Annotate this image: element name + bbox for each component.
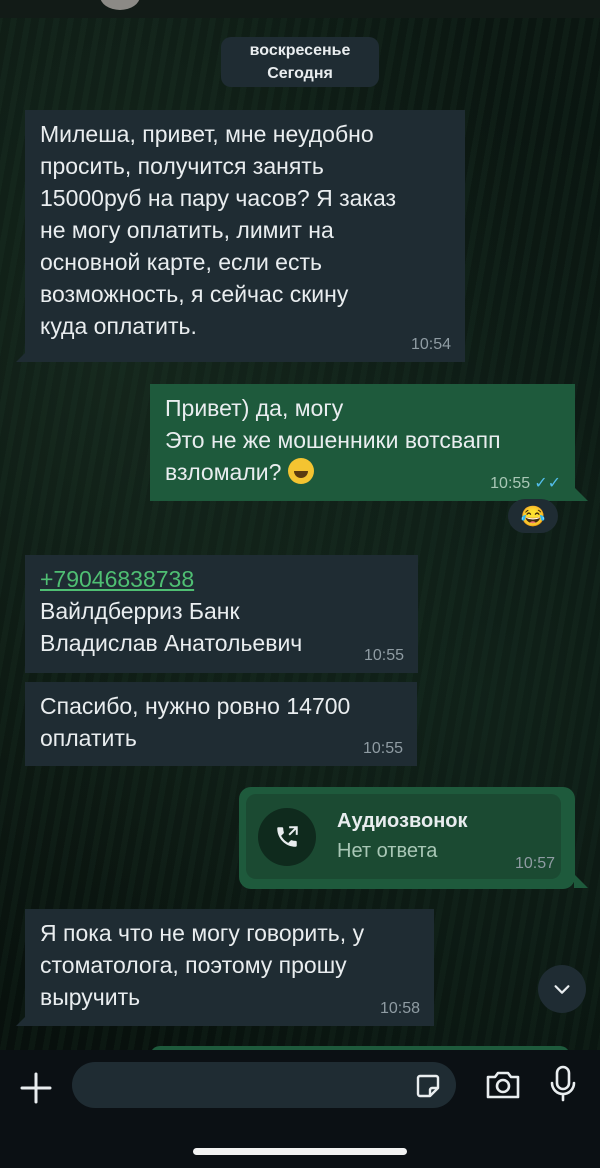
message-text: Привет) да, могу Это не же мошенники вот… xyxy=(165,395,501,485)
call-message[interactable]: Аудиозвонок Нет ответа 10:57 xyxy=(239,787,575,889)
sticker-button[interactable] xyxy=(414,1072,442,1100)
message-text: Милеша, привет, мне неудобно просить, по… xyxy=(40,121,397,339)
composer-bar xyxy=(0,1050,600,1168)
sticker-icon xyxy=(416,1074,440,1098)
message-time: 10:55 xyxy=(362,740,403,757)
message-text: Я пока что не могу говорить, у стоматоло… xyxy=(40,920,365,1010)
message-bubble-incoming[interactable]: Я пока что не могу говорить, у стоматоло… xyxy=(25,909,434,1026)
message-text: Спасибо, нужно ровно 14700 оплатить xyxy=(40,693,351,751)
home-indicator xyxy=(193,1148,407,1155)
call-outgoing-icon xyxy=(258,808,316,866)
chat-header[interactable] xyxy=(0,0,600,18)
camera-button[interactable] xyxy=(484,1068,522,1102)
voice-message-button[interactable] xyxy=(548,1064,578,1104)
bubble-tail xyxy=(574,487,588,501)
microphone-icon xyxy=(550,1065,576,1102)
attach-button[interactable] xyxy=(16,1068,56,1108)
camera-icon xyxy=(486,1071,520,1099)
message-input[interactable] xyxy=(72,1062,456,1108)
date-separator: воскресенье Сегодня xyxy=(221,37,379,87)
scroll-down-button[interactable] xyxy=(538,965,586,1013)
sweat-smile-emoji-icon xyxy=(287,458,314,484)
message-bubble-incoming[interactable]: +79046838738 Вайлдберриз Банк Владислав … xyxy=(25,555,418,673)
plus-icon xyxy=(20,1072,52,1104)
phone-link[interactable]: +79046838738 xyxy=(40,563,404,595)
call-status: Нет ответа xyxy=(337,840,438,862)
message-time: 10:54 xyxy=(410,336,451,353)
message-bubble-incoming[interactable]: Спасибо, нужно ровно 14700 оплатить 10:5… xyxy=(25,682,417,766)
date-day: воскресенье xyxy=(249,42,351,59)
message-time: 10:55 xyxy=(363,647,404,664)
message-bubble-incoming[interactable]: Милеша, привет, мне неудобно просить, по… xyxy=(25,110,465,362)
call-title: Аудиозвонок xyxy=(337,810,468,832)
message-time: 10:58 xyxy=(379,1000,420,1017)
avatar[interactable] xyxy=(100,0,140,10)
message-reaction[interactable]: 😂 xyxy=(508,499,558,533)
date-label: Сегодня xyxy=(267,65,333,82)
message-bubble-outgoing[interactable]: Привет) да, могу Это не же мошенники вот… xyxy=(150,384,575,501)
read-ticks-icon: ✓✓ xyxy=(534,475,561,492)
chevron-down-icon xyxy=(554,985,570,994)
bubble-tail xyxy=(574,874,588,888)
message-time: 10:55 ✓✓ xyxy=(490,475,561,492)
message-time: 10:57 xyxy=(514,855,555,872)
message-text: Вайлдберриз Банк Владислав Анатольевич xyxy=(40,598,303,656)
